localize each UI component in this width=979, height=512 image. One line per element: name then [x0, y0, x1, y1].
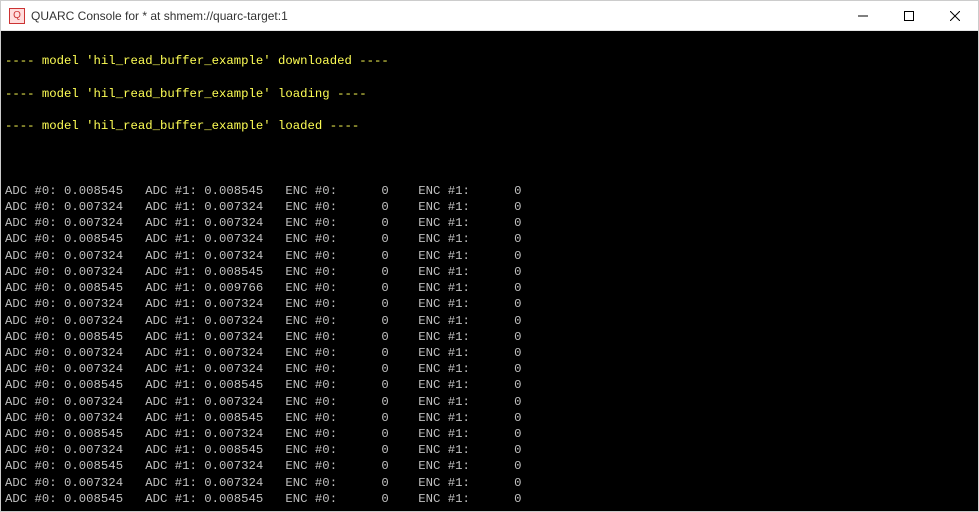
maximize-button[interactable]: [886, 1, 932, 30]
minimize-button[interactable]: [840, 1, 886, 30]
app-icon: Q: [9, 8, 25, 24]
maximize-icon: [904, 11, 914, 21]
reading-row: ADC #0: 0.007324 ADC #1: 0.008545 ENC #0…: [5, 264, 970, 280]
reading-row: ADC #0: 0.007324 ADC #1: 0.007324 ENC #0…: [5, 394, 970, 410]
window-titlebar: Q QUARC Console for * at shmem://quarc-t…: [1, 1, 978, 31]
blank-line: [5, 151, 970, 167]
reading-row: ADC #0: 0.007324 ADC #1: 0.008545 ENC #0…: [5, 410, 970, 426]
reading-row: ADC #0: 0.008545 ADC #1: 0.007324 ENC #0…: [5, 426, 970, 442]
reading-rows: ADC #0: 0.008545 ADC #1: 0.008545 ENC #0…: [5, 183, 970, 507]
status-loading: ---- model 'hil_read_buffer_example' loa…: [5, 86, 970, 102]
reading-row: ADC #0: 0.007324 ADC #1: 0.007324 ENC #0…: [5, 248, 970, 264]
reading-row: ADC #0: 0.007324 ADC #1: 0.007324 ENC #0…: [5, 475, 970, 491]
reading-row: ADC #0: 0.008545 ADC #1: 0.008545 ENC #0…: [5, 377, 970, 393]
console-output: ---- model 'hil_read_buffer_example' dow…: [1, 31, 978, 511]
close-icon: [950, 11, 960, 21]
reading-row: ADC #0: 0.007324 ADC #1: 0.007324 ENC #0…: [5, 361, 970, 377]
window-title: QUARC Console for * at shmem://quarc-tar…: [31, 9, 840, 23]
window-controls: [840, 1, 978, 30]
reading-row: ADC #0: 0.008545 ADC #1: 0.007324 ENC #0…: [5, 231, 970, 247]
status-downloaded: ---- model 'hil_read_buffer_example' dow…: [5, 53, 970, 69]
minimize-icon: [858, 11, 868, 21]
close-button[interactable]: [932, 1, 978, 30]
reading-row: ADC #0: 0.008545 ADC #1: 0.007324 ENC #0…: [5, 329, 970, 345]
reading-row: ADC #0: 0.007324 ADC #1: 0.008545 ENC #0…: [5, 442, 970, 458]
reading-row: ADC #0: 0.008545 ADC #1: 0.008545 ENC #0…: [5, 183, 970, 199]
reading-row: ADC #0: 0.007324 ADC #1: 0.007324 ENC #0…: [5, 313, 970, 329]
reading-row: ADC #0: 0.007324 ADC #1: 0.007324 ENC #0…: [5, 345, 970, 361]
reading-row: ADC #0: 0.008545 ADC #1: 0.009766 ENC #0…: [5, 280, 970, 296]
status-loaded: ---- model 'hil_read_buffer_example' loa…: [5, 118, 970, 134]
reading-row: ADC #0: 0.008545 ADC #1: 0.008545 ENC #0…: [5, 491, 970, 507]
reading-row: ADC #0: 0.007324 ADC #1: 0.007324 ENC #0…: [5, 296, 970, 312]
reading-row: ADC #0: 0.007324 ADC #1: 0.007324 ENC #0…: [5, 215, 970, 231]
reading-row: ADC #0: 0.008545 ADC #1: 0.007324 ENC #0…: [5, 458, 970, 474]
reading-row: ADC #0: 0.007324 ADC #1: 0.007324 ENC #0…: [5, 199, 970, 215]
